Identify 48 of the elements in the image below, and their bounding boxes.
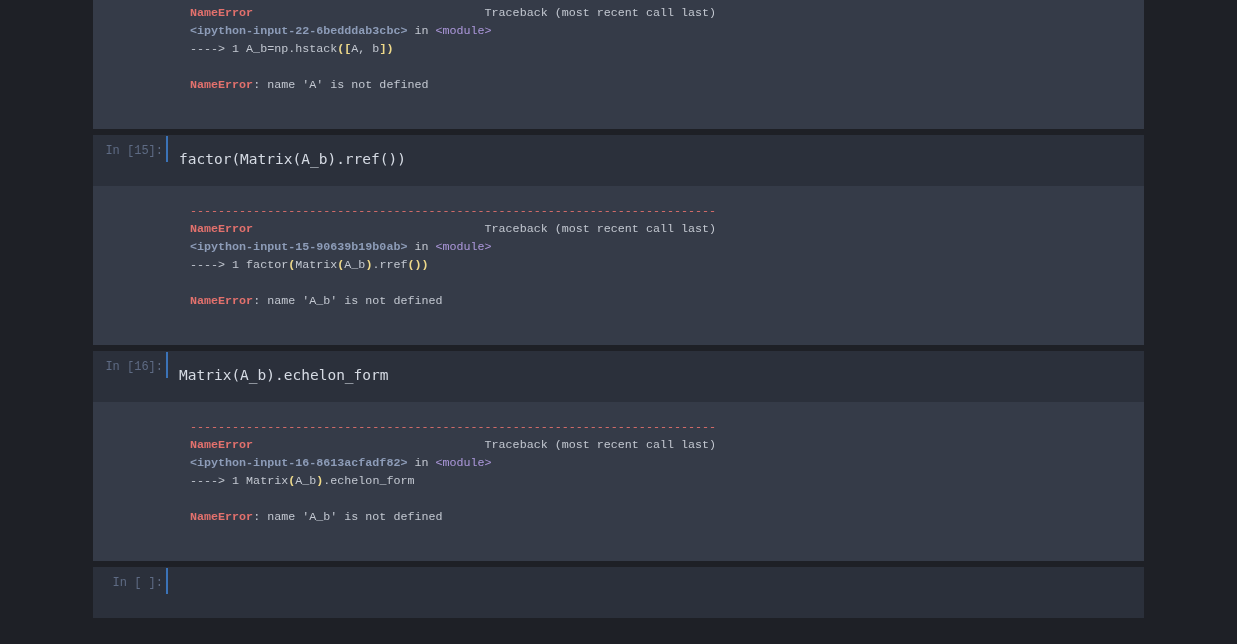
bracket: ()) — [407, 257, 429, 274]
traceback-text: : name 'A_b' is not defined — [253, 293, 443, 310]
traceback-text: Traceback (most recent call last) — [484, 221, 716, 238]
traceback-text: A_b — [295, 473, 317, 490]
code-input[interactable]: Matrix(A_b).echelon_form — [168, 351, 389, 385]
error-name: NameError — [190, 77, 254, 94]
traceback-text: : name 'A' is not defined — [253, 77, 429, 94]
traceback-text: ----> 1 Matrix — [190, 473, 289, 490]
cell-prompt: In [15]: — [104, 143, 164, 160]
bracket: ) — [365, 257, 373, 274]
error-name: NameError — [190, 221, 254, 238]
cell-edge-bar — [166, 568, 168, 594]
traceback-text: in — [413, 239, 430, 256]
traceback-text: : name 'A_b' is not defined — [253, 509, 443, 526]
input-path: <ipython-input-16-8613acfadf82> — [190, 455, 408, 472]
traceback-text: in — [413, 23, 430, 40]
traceback-text: A, b — [351, 41, 380, 58]
traceback-text: Traceback (most recent call last) — [484, 5, 716, 22]
bracket: ( — [288, 257, 296, 274]
traceback-text: ----> 1 factor — [190, 257, 289, 274]
code-input[interactable]: factor(Matrix(A_b).rref()) — [168, 135, 406, 169]
module-name: <module> — [435, 23, 492, 40]
bracket: ) — [316, 473, 324, 490]
traceback-text: Traceback (most recent call last) — [484, 437, 716, 454]
traceback-text: .echelon_form — [323, 473, 415, 490]
traceback-text: .rref — [372, 257, 408, 274]
bracket: ([ — [337, 41, 352, 58]
traceback-text: ----> 1 A_b=np.hstack — [190, 41, 338, 58]
separator-line: --------------------------------------------------------------------------- — [190, 419, 717, 436]
input-path: <ipython-input-15-90639b19b0ab> — [190, 239, 408, 256]
traceback-text: Matrix — [295, 257, 338, 274]
cell-prompt: In [16]: — [104, 359, 164, 376]
input-path: <ipython-input-22-6bedddab3cbc> — [190, 23, 408, 40]
error-name: NameError — [190, 509, 254, 526]
cell-prompt: In [ ]: — [111, 575, 164, 592]
separator-line: --------------------------------------------------------------------------- — [190, 203, 717, 220]
module-name: <module> — [435, 239, 492, 256]
traceback-text: A_b — [344, 257, 366, 274]
bracket: ( — [337, 257, 345, 274]
error-name: NameError — [190, 5, 254, 22]
error-name: NameError — [190, 293, 254, 310]
traceback-text: in — [413, 455, 430, 472]
error-name: NameError — [190, 437, 254, 454]
cell-edge-bar — [166, 136, 168, 162]
module-name: <module> — [435, 455, 492, 472]
bracket: ( — [288, 473, 296, 490]
cell-edge-bar — [166, 352, 168, 378]
bracket: ]) — [379, 41, 394, 58]
